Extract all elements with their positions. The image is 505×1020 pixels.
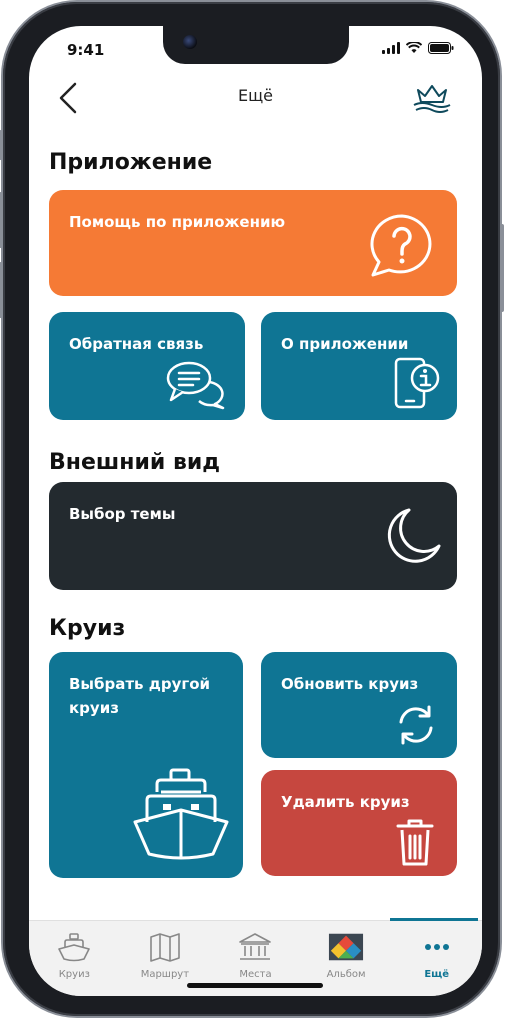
about-card-label: О приложении [281,335,409,353]
section-title-app: Приложение [49,150,213,175]
bottom-nav: Круиз Маршрут Места Альбом Ещё [29,918,482,996]
active-tab-indicator [390,918,478,921]
notch [163,26,349,64]
refresh-icon [395,704,437,750]
tab-cruise[interactable]: Круиз [29,921,120,996]
battery-icon [428,42,454,54]
trash-icon [395,818,435,872]
delete-cruise-card-label: Удалить круиз [281,793,410,811]
choose-cruise-card-label: Выбрать другой круиз [69,675,211,717]
museum-icon [237,931,273,963]
home-indicator [187,983,323,988]
question-bubble-icon [367,212,437,282]
moon-icon [379,506,443,570]
choose-cruise-card[interactable]: Выбрать другой круиз [49,652,243,878]
feedback-card[interactable]: Обратная связь [49,312,245,420]
tab-more[interactable]: Ещё [391,921,482,996]
delete-cruise-card[interactable]: Удалить круиз [261,770,457,876]
status-time: 9:41 [67,41,105,59]
tab-label: Маршрут [140,969,190,980]
volume-up-button [0,192,3,248]
silent-switch [0,130,3,160]
phone-info-icon [393,356,441,416]
feedback-card-label: Обратная связь [69,335,204,353]
about-card[interactable]: О приложении [261,312,457,420]
signal-icon [382,42,400,54]
section-title-cruise: Круиз [49,616,126,641]
tab-label: Ещё [424,969,449,980]
phone-frame: 9:41 Ещё Приложение Помощь по приложению… [0,2,504,1016]
map-icon [147,931,183,963]
section-title-appearance: Внешний вид [49,450,221,475]
help-card[interactable]: Помощь по приложению [49,190,457,296]
tab-label: Альбом [326,969,366,980]
theme-card[interactable]: Выбор темы [49,482,457,590]
volume-down-button [0,262,3,318]
more-icon [419,931,455,963]
ship-logo-icon [412,82,452,114]
status-icons [382,42,454,54]
power-button [500,224,504,312]
ship-icon [56,931,92,963]
screen: 9:41 Ещё Приложение Помощь по приложению… [29,26,482,996]
camera [183,35,197,49]
chat-bubbles-icon [165,360,227,414]
tab-label: Места [239,969,272,980]
update-cruise-card[interactable]: Обновить круиз [261,652,457,758]
update-cruise-card-label: Обновить круиз [281,675,419,693]
ship-icon [131,766,231,870]
tab-label: Круиз [58,969,90,980]
wifi-icon [406,42,422,53]
album-icon [328,931,364,963]
